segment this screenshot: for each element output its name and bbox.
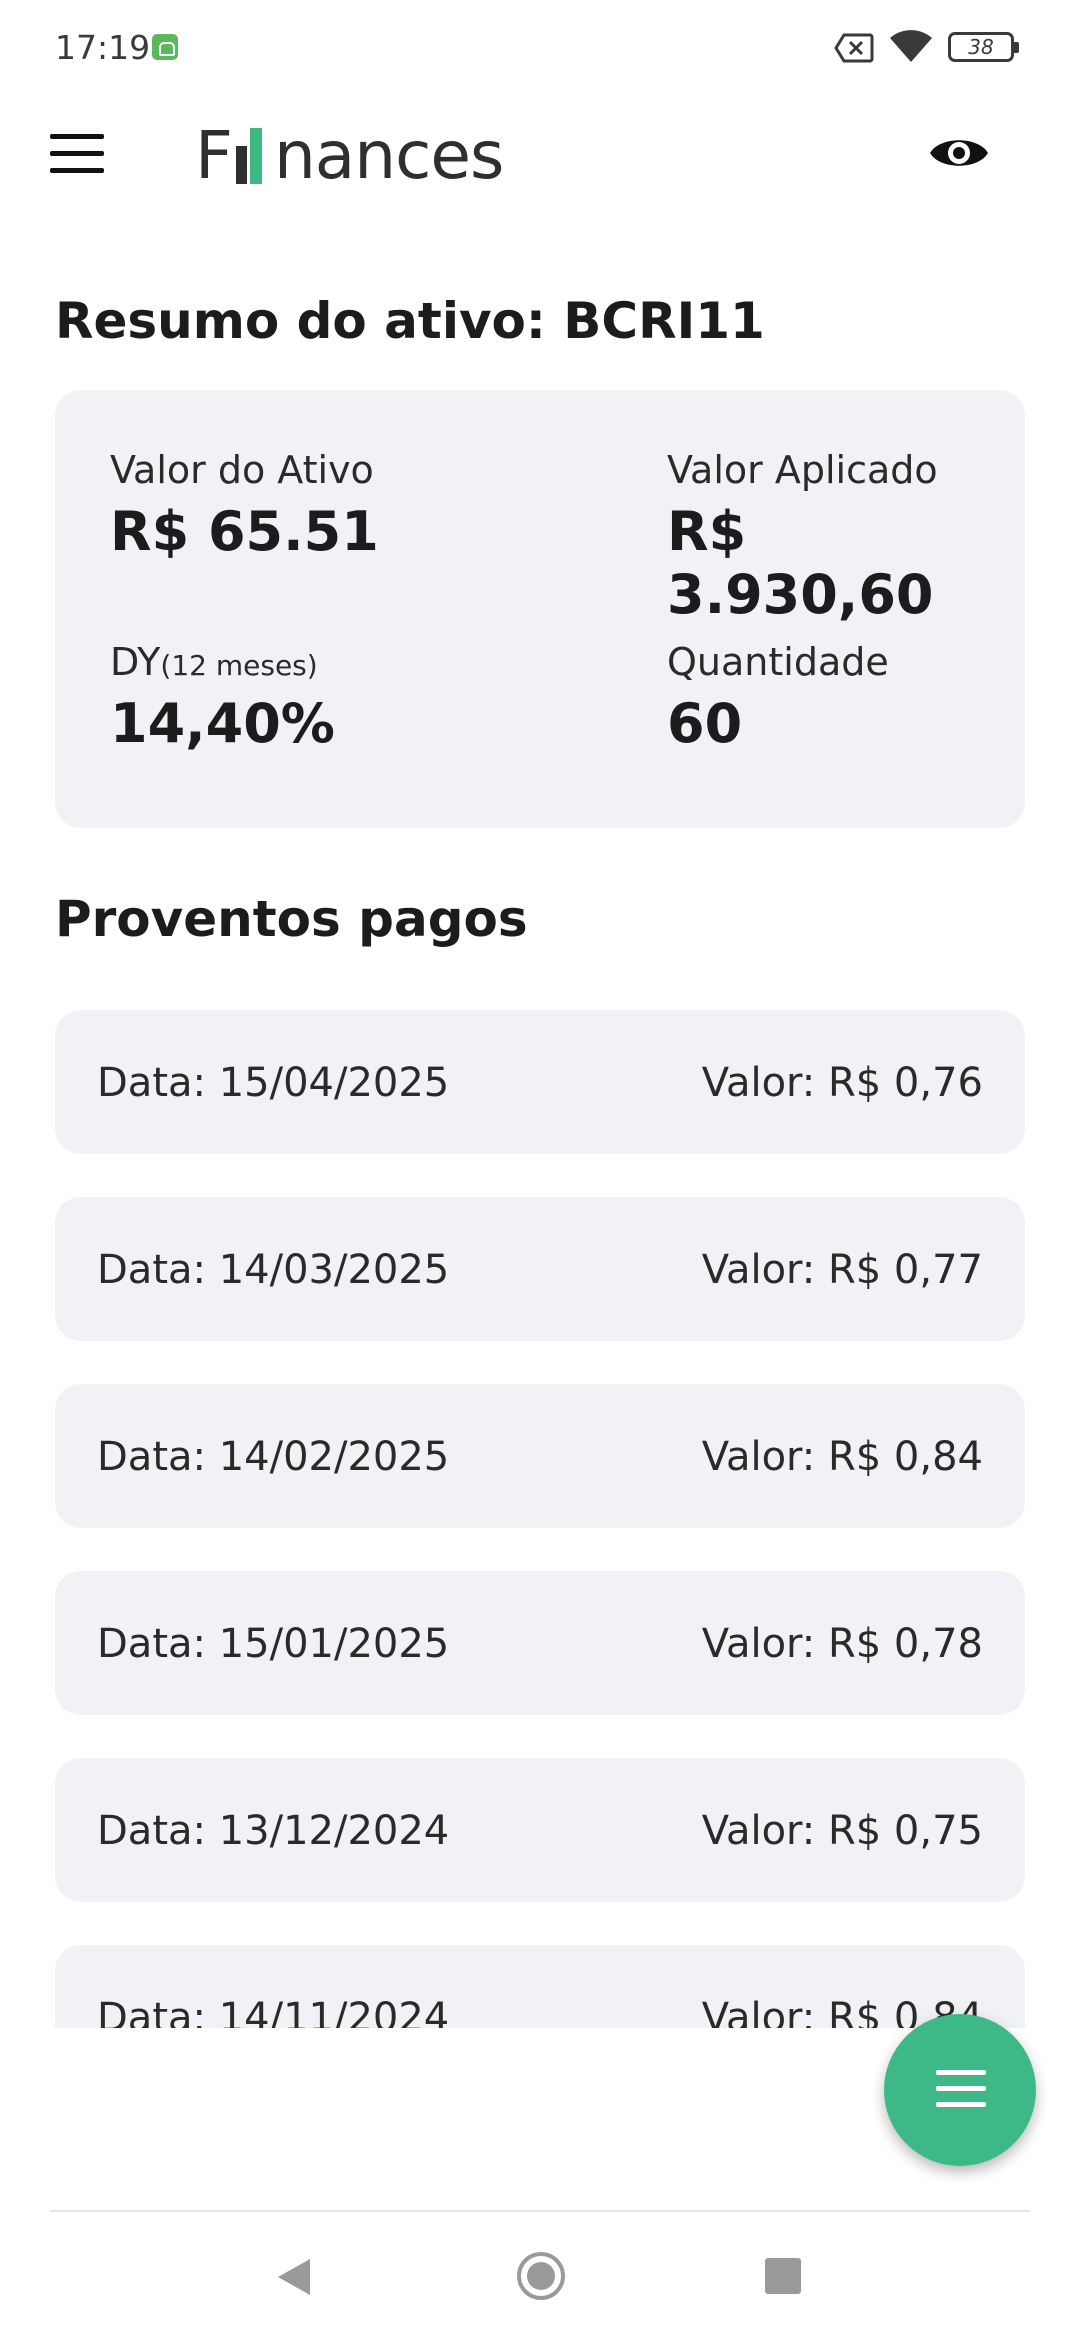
menu-icon[interactable] — [50, 134, 104, 174]
payment-value: Valor: R$ 0,75 — [701, 1808, 983, 1854]
sim-off-icon — [834, 33, 874, 63]
summary-title: Resumo do ativo: BCRI11 — [55, 292, 765, 350]
applied-value: R$ 3.930,60 — [667, 500, 934, 626]
payment-value: Valor: R$ 0,78 — [701, 1621, 983, 1667]
wifi-icon — [890, 30, 932, 62]
dy-value: 14,40% — [110, 692, 335, 755]
quantity-stat: Quantidade 60 — [667, 640, 889, 755]
status-time: 17:19 — [55, 28, 151, 67]
back-icon[interactable] — [274, 2256, 314, 2298]
dy-period: (12 meses) — [160, 649, 318, 682]
logo-bars-icon — [234, 128, 272, 184]
payment-value: Valor: R$ 0,84 — [701, 1434, 983, 1480]
payment-row[interactable]: Data: 13/12/2024 Valor: R$ 0,75 — [55, 1758, 1025, 1902]
app-logo: F nances — [195, 116, 504, 196]
asset-value-label: Valor do Ativo — [110, 448, 374, 492]
logo-suffix: nances — [273, 117, 504, 194]
home-icon[interactable] — [515, 2250, 567, 2302]
battery-level: 38 — [968, 35, 994, 59]
quantity-value: 60 — [667, 692, 743, 755]
battery-icon: 38 — [948, 32, 1019, 62]
menu-lines-icon — [936, 2070, 986, 2118]
summary-card: Valor do Ativo R$ 65.51 Valor Aplicado R… — [55, 390, 1025, 828]
applied-value-stat: Valor Aplicado R$ 3.930,60 — [667, 448, 1025, 626]
visibility-icon[interactable] — [928, 130, 990, 176]
quantity-label: Quantidade — [667, 640, 889, 684]
payment-row[interactable]: Data: 15/01/2025 Valor: R$ 0,78 — [55, 1571, 1025, 1715]
payment-date: Data: 13/12/2024 — [97, 1808, 450, 1854]
android-badge-icon — [152, 34, 178, 60]
payment-row[interactable]: Data: 14/03/2025 Valor: R$ 0,77 — [55, 1197, 1025, 1341]
asset-value: R$ 65.51 — [110, 500, 379, 563]
payment-row[interactable]: Data: 14/02/2025 Valor: R$ 0,84 — [55, 1384, 1025, 1528]
payment-date: Data: 14/02/2025 — [97, 1434, 450, 1480]
payment-date: Data: 14/11/2024 — [97, 1995, 450, 2028]
asset-value-stat: Valor do Ativo R$ 65.51 — [110, 448, 379, 563]
menu-fab-button[interactable] — [884, 2014, 1036, 2166]
status-bar: 17:19 38 — [0, 0, 1080, 96]
app-bar: F nances — [0, 96, 1080, 216]
payment-date: Data: 14/03/2025 — [97, 1247, 450, 1293]
payment-date: Data: 15/04/2025 — [97, 1060, 450, 1106]
payment-value: Valor: R$ 0,77 — [701, 1247, 983, 1293]
logo-prefix: F — [195, 117, 233, 194]
payment-date: Data: 15/01/2025 — [97, 1621, 450, 1667]
nav-divider — [50, 2210, 1030, 2212]
payment-value: Valor: R$ 0,76 — [701, 1060, 983, 1106]
dy-label-row: DY(12 meses) — [110, 640, 335, 684]
applied-value-label: Valor Aplicado — [667, 448, 938, 492]
payments-title: Proventos pagos — [55, 890, 528, 948]
dy-label: DY — [110, 640, 161, 684]
payments-list[interactable]: Data: 15/04/2025 Valor: R$ 0,76 Data: 14… — [0, 1000, 1080, 2028]
payment-row[interactable]: Data: 14/11/2024 Valor: R$ 0,84 — [55, 1945, 1025, 2028]
payment-row[interactable]: Data: 15/04/2025 Valor: R$ 0,76 — [55, 1010, 1025, 1154]
dy-stat: DY(12 meses) 14,40% — [110, 640, 335, 755]
recents-icon[interactable] — [765, 2258, 801, 2294]
